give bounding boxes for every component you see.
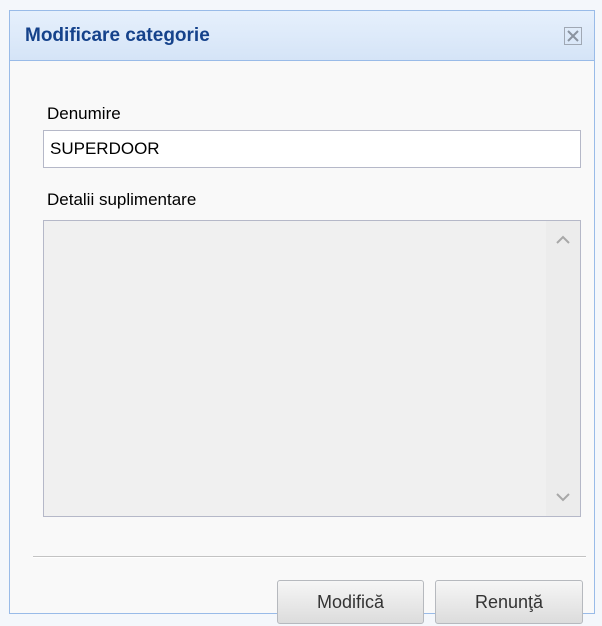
dialog-body: Denumire SUPERDOOR Detalii suplimentare …: [10, 61, 594, 624]
footer-divider: [33, 556, 586, 558]
chevron-down-icon[interactable]: [546, 482, 580, 512]
denumire-field[interactable]: SUPERDOOR: [43, 130, 581, 168]
textarea-scrollbar[interactable]: [546, 221, 580, 516]
dialog-titlebar[interactable]: Modificare categorie: [10, 11, 594, 61]
detalii-label: Detalii suplimentare: [47, 190, 197, 209]
edit-category-dialog: Modificare categorie Denumire SUPERDOOR …: [9, 10, 595, 624]
dialog-title: Modificare categorie: [25, 25, 210, 46]
chevron-up-icon[interactable]: [546, 225, 580, 255]
cancel-button[interactable]: Renunţă: [435, 580, 583, 624]
modify-button[interactable]: Modifică: [277, 580, 424, 624]
detalii-textarea[interactable]: [43, 220, 581, 517]
denumire-label: Denumire: [47, 104, 121, 123]
close-icon[interactable]: [564, 27, 582, 45]
